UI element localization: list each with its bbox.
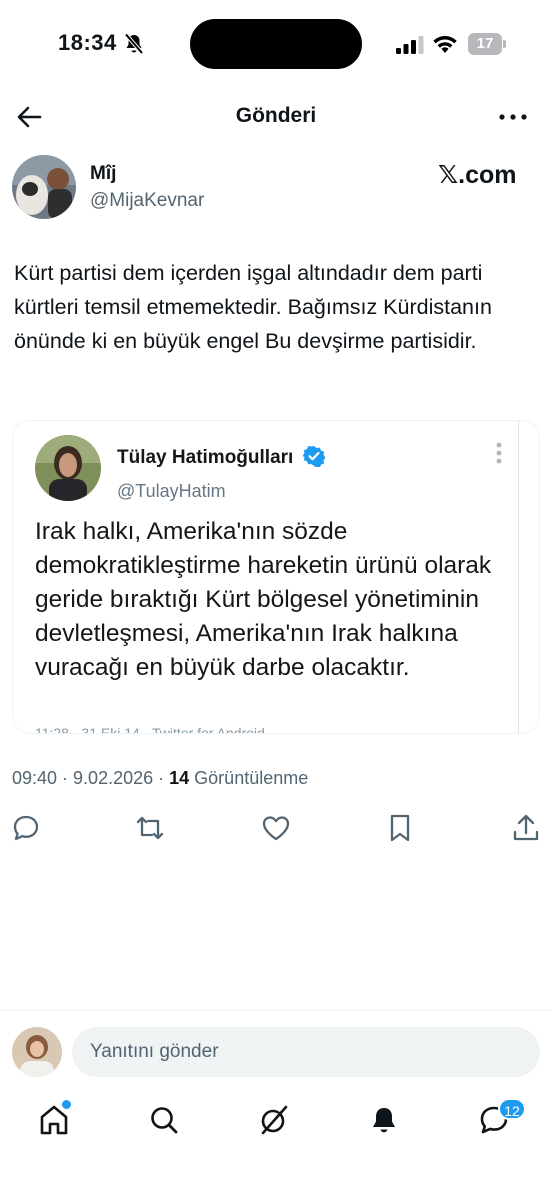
- author-handle[interactable]: @MijaKevnar: [90, 190, 204, 212]
- embedded-tweet: Tülay Hatimoğulları @TulayHatim Irak hal…: [13, 421, 519, 734]
- embedded-author-handle: @TulayHatim: [117, 481, 226, 501]
- post-image[interactable]: Tülay Hatimoğulları @TulayHatim Irak hal…: [12, 420, 540, 734]
- grok-icon[interactable]: [254, 1100, 294, 1140]
- page-title: Gönderi: [235, 104, 317, 127]
- dynamic-island: [190, 19, 362, 69]
- post-actions: [0, 810, 552, 846]
- views-count: 14: [169, 768, 190, 788]
- verified-badge-icon: [303, 446, 325, 467]
- more-vertical-icon: [496, 442, 502, 464]
- xcom-watermark: 𝕏.com: [438, 161, 517, 189]
- embedded-tweet-text: Irak halkı, Amerika'nın sözde demokratik…: [35, 518, 492, 681]
- meta-separator: ·: [153, 768, 170, 788]
- reply-icon[interactable]: [10, 812, 42, 844]
- bookmark-icon[interactable]: [384, 812, 416, 844]
- status-bar: 18:34 17: [0, 0, 552, 92]
- reply-bar: Yanıtını gönder: [0, 1010, 552, 1094]
- wifi-icon: [433, 36, 457, 53]
- embedded-tweet-footer: 11:28 · 31 Eki 14 · Twitter for Android: [35, 725, 265, 734]
- post-meta: 09:40 · 9.02.2026 · 14 Görüntülenme: [12, 768, 308, 789]
- share-icon[interactable]: [510, 812, 542, 844]
- post-date: 9.02.2026: [73, 768, 154, 788]
- messages-badge: 12: [498, 1098, 526, 1120]
- signal-icon: [396, 36, 424, 54]
- user-avatar[interactable]: [12, 1027, 62, 1077]
- reply-input[interactable]: Yanıtını gönder: [72, 1027, 540, 1077]
- bell-off-icon: [124, 33, 144, 55]
- meta-separator: ·: [57, 768, 74, 788]
- bottom-tab-bar: [0, 1094, 552, 1154]
- battery-level: 17: [476, 35, 494, 52]
- post-text: Kürt partisi dem içerden işgal altındadı…: [14, 261, 492, 353]
- embedded-author-name: Tülay Hatimoğulları: [117, 447, 294, 468]
- post-time: 09:40: [12, 768, 58, 788]
- embedded-avatar: [35, 435, 101, 501]
- post-header: Gönderi: [0, 92, 552, 142]
- status-time: 18:34: [58, 30, 117, 55]
- views-label: Görüntülenme: [194, 768, 309, 788]
- more-horizontal-icon[interactable]: [496, 102, 530, 132]
- home-notification-dot: [62, 1100, 71, 1109]
- author-name[interactable]: Mîj: [90, 163, 116, 185]
- like-icon[interactable]: [260, 812, 292, 844]
- search-icon[interactable]: [144, 1100, 184, 1140]
- battery-icon: 17: [468, 33, 508, 55]
- retweet-icon[interactable]: [134, 812, 166, 844]
- author-avatar[interactable]: [12, 155, 76, 219]
- notifications-icon[interactable]: [364, 1100, 404, 1140]
